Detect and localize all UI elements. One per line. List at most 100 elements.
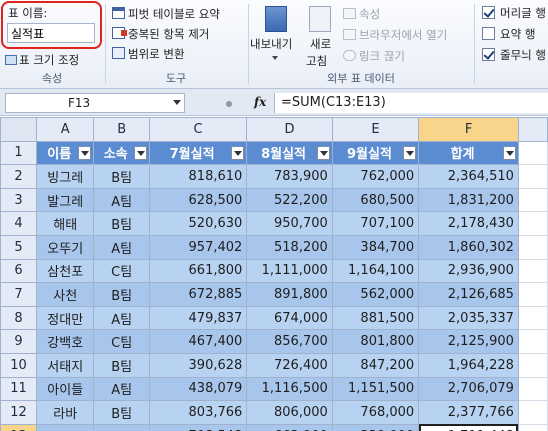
row-header[interactable]: 10 <box>0 352 38 378</box>
row-header[interactable]: 6 <box>0 258 38 284</box>
september-cell[interactable]: 881,500 <box>331 305 420 331</box>
row-header[interactable]: 4 <box>0 211 38 236</box>
july-cell[interactable]: 467,400 <box>148 329 248 354</box>
total-cell[interactable]: 2,125,900 <box>418 329 519 354</box>
empty-cell[interactable] <box>517 329 548 354</box>
formula-bar-grip-icon[interactable] <box>226 101 232 107</box>
table-header-cell[interactable]: 합계 <box>418 140 519 166</box>
total-cell[interactable]: 1,860,302 <box>418 234 519 260</box>
filter-dropdown-icon[interactable] <box>78 145 92 160</box>
august-cell[interactable]: 783,900 <box>246 164 333 189</box>
table-header-cell[interactable]: 이름 <box>36 140 95 166</box>
team-cell[interactable]: A팀 <box>93 423 150 431</box>
total-cell[interactable]: 2,936,900 <box>418 258 519 284</box>
july-cell[interactable]: 957,402 <box>148 234 248 260</box>
september-cell[interactable]: 847,200 <box>331 352 420 378</box>
team-cell[interactable]: B팀 <box>93 164 150 189</box>
header-row-checkbox[interactable] <box>482 6 495 19</box>
total-cell[interactable]: 1,831,200 <box>418 187 519 213</box>
empty-cell[interactable] <box>517 352 548 378</box>
july-cell[interactable]: 390,628 <box>148 352 248 378</box>
name-cell[interactable]: 뽀로로 <box>36 423 95 431</box>
column-header-f[interactable]: F <box>418 117 519 142</box>
august-cell[interactable]: 950,700 <box>246 211 333 236</box>
empty-cell[interactable] <box>517 305 548 331</box>
august-cell[interactable]: 806,000 <box>246 400 333 425</box>
empty-cell[interactable] <box>517 376 548 402</box>
row-header[interactable]: 9 <box>0 329 38 354</box>
row-header[interactable]: 13 <box>0 423 38 431</box>
table-header-cell[interactable]: 9월실적 <box>331 140 420 166</box>
name-cell[interactable]: 삼천포 <box>36 258 95 284</box>
insert-function-button[interactable]: fx <box>254 95 266 109</box>
total-cell[interactable]: 2,377,766 <box>418 400 519 425</box>
august-cell[interactable]: 1,111,000 <box>246 258 333 284</box>
properties-button[interactable]: 속성 <box>343 6 380 22</box>
resize-table-button[interactable]: 표 크기 조정 <box>5 52 79 68</box>
september-cell[interactable]: 1,164,100 <box>331 258 420 284</box>
convert-to-range-button[interactable]: 범위로 변환 <box>112 46 185 62</box>
august-cell[interactable]: 518,200 <box>246 234 333 260</box>
july-cell[interactable]: 479,837 <box>148 305 248 331</box>
name-cell[interactable]: 정대만 <box>36 305 95 331</box>
july-cell[interactable]: 661,800 <box>148 258 248 284</box>
select-all-corner[interactable] <box>0 117 38 142</box>
row-header[interactable]: 8 <box>0 305 38 331</box>
total-cell[interactable]: 2,126,685 <box>418 282 519 307</box>
name-cell[interactable]: 라바 <box>36 400 95 425</box>
july-cell[interactable]: 818,610 <box>148 164 248 189</box>
july-cell[interactable]: 672,885 <box>148 282 248 307</box>
column-header-b[interactable]: B <box>93 117 150 142</box>
total-cell[interactable]: 2,706,079 <box>418 376 519 402</box>
july-cell[interactable]: 708,548 <box>148 423 248 431</box>
total-cell[interactable]: 2,035,337 <box>418 305 519 331</box>
column-header-d[interactable]: D <box>246 117 333 142</box>
name-box[interactable]: F13 <box>5 93 185 113</box>
july-cell[interactable]: 438,079 <box>148 376 248 402</box>
filter-dropdown-icon[interactable] <box>502 145 516 160</box>
open-in-browser-button[interactable]: 브라우저에서 열기 <box>343 27 447 43</box>
august-cell[interactable]: 663,900 <box>246 423 333 431</box>
empty-cell[interactable] <box>517 211 548 236</box>
name-cell[interactable]: 오뚜기 <box>36 234 95 260</box>
team-cell[interactable]: A팀 <box>93 305 150 331</box>
column-header-g[interactable] <box>517 117 548 142</box>
filter-dropdown-icon[interactable] <box>133 145 147 160</box>
row-header[interactable]: 7 <box>0 282 38 307</box>
september-cell[interactable]: 768,000 <box>331 400 420 425</box>
empty-cell[interactable] <box>517 423 548 431</box>
team-cell[interactable]: C팀 <box>93 329 150 354</box>
august-cell[interactable]: 891,800 <box>246 282 333 307</box>
table-header-cell[interactable]: 8월실적 <box>246 140 333 166</box>
refresh-button[interactable]: 새로 고침 <box>304 4 338 68</box>
banded-rows-checkbox[interactable] <box>482 48 495 61</box>
august-cell[interactable]: 1,116,500 <box>246 376 333 402</box>
august-cell[interactable]: 674,000 <box>246 305 333 331</box>
unlink-button[interactable]: 링크 끊기 <box>343 48 405 64</box>
september-cell[interactable]: 707,100 <box>331 211 420 236</box>
name-cell[interactable]: 발그레 <box>36 187 95 213</box>
row-header[interactable]: 12 <box>0 400 38 425</box>
row-header[interactable]: 3 <box>0 187 38 213</box>
name-cell[interactable]: 빙그레 <box>36 164 95 189</box>
team-cell[interactable]: C팀 <box>93 258 150 284</box>
july-cell[interactable]: 520,630 <box>148 211 248 236</box>
team-cell[interactable]: A팀 <box>93 187 150 213</box>
empty-cell[interactable] <box>517 282 548 307</box>
total-cell[interactable]: 2,178,430 <box>418 211 519 236</box>
column-header-e[interactable]: E <box>331 117 420 142</box>
team-cell[interactable]: B팀 <box>93 400 150 425</box>
table-header-cell[interactable]: 소속 <box>93 140 150 166</box>
team-cell[interactable]: A팀 <box>93 376 150 402</box>
team-cell[interactable]: A팀 <box>93 234 150 260</box>
total-cell[interactable]: 1,964,228 <box>418 352 519 378</box>
september-cell[interactable]: 680,500 <box>331 187 420 213</box>
september-cell[interactable]: 762,000 <box>331 164 420 189</box>
august-cell[interactable]: 726,400 <box>246 352 333 378</box>
september-cell[interactable]: 339,000 <box>331 423 420 431</box>
july-cell[interactable]: 628,500 <box>148 187 248 213</box>
remove-duplicates-button[interactable]: 중복된 항목 제거 <box>112 26 209 42</box>
september-cell[interactable]: 801,800 <box>331 329 420 354</box>
september-cell[interactable]: 1,151,500 <box>331 376 420 402</box>
august-cell[interactable]: 856,700 <box>246 329 333 354</box>
